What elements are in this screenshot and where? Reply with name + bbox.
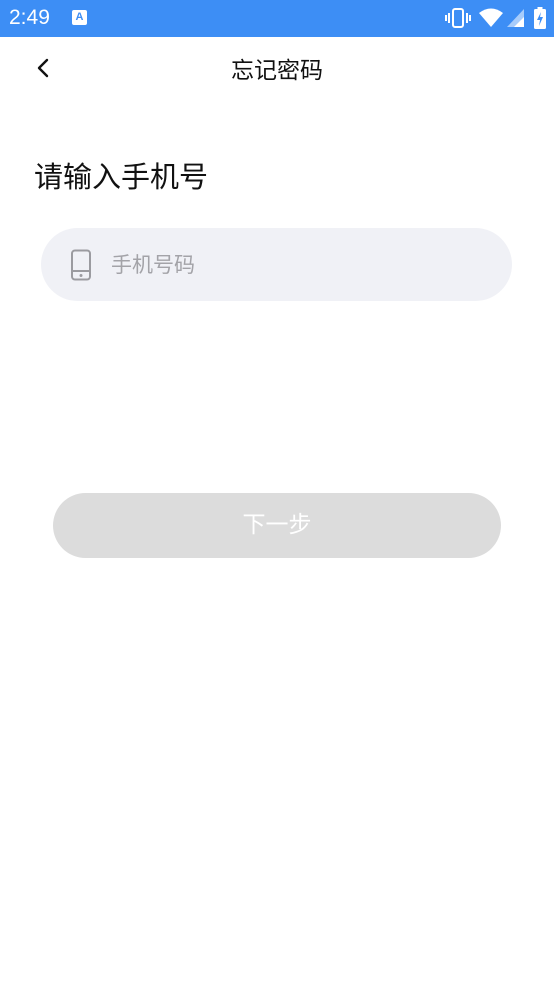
page-title: 忘记密码 (231, 58, 323, 84)
next-step-button[interactable]: 下一步 (53, 493, 501, 558)
status-icons (445, 7, 546, 29)
wifi-icon (479, 8, 503, 28)
battery-charging-icon (534, 7, 546, 29)
app-notification-icon: A (72, 10, 87, 25)
status-bar: 2:49 A (0, 0, 554, 37)
phone-number-input[interactable] (111, 246, 481, 284)
forgot-password-screen: 2:49 A 忘记密码 请输入手机号 手机号码 下一步 (0, 0, 554, 984)
mobile-phone-icon (70, 249, 92, 281)
phone-field[interactable] (41, 228, 512, 301)
cell-signal-icon (507, 9, 524, 27)
vibrate-icon (445, 7, 471, 29)
app-header: 忘记密码 (0, 37, 554, 105)
status-time: 2:49 (9, 6, 50, 29)
section-heading: 请输入手机号 (34, 160, 209, 194)
